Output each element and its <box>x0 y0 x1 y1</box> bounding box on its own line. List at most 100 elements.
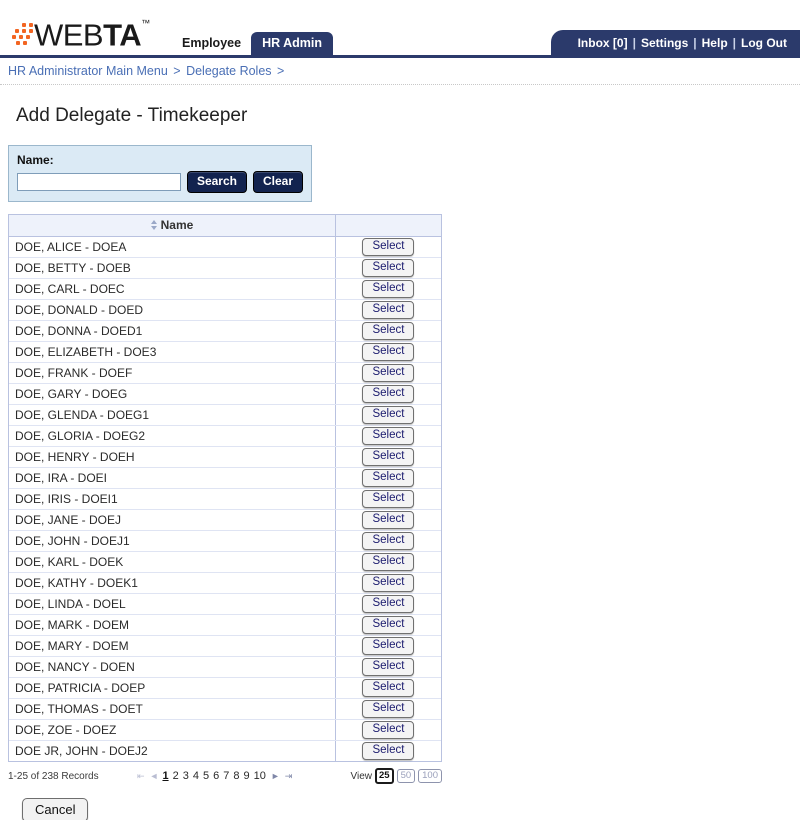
pager-first-icon: ⇤ <box>137 770 144 781</box>
cell-name: DOE, ALICE - DOEA <box>9 236 336 258</box>
clear-button[interactable]: Clear <box>252 171 303 193</box>
tab-employee[interactable]: Employee <box>172 32 251 55</box>
select-button[interactable]: Select <box>362 321 415 340</box>
column-header-name[interactable]: Name <box>9 215 336 237</box>
select-button[interactable]: Select <box>362 300 415 319</box>
table-row: DOE, MARY - DOEM Select <box>9 635 441 657</box>
breadcrumb: HR Administrator Main Menu > Delegate Ro… <box>0 58 800 85</box>
view-size-50[interactable]: 50 <box>396 769 416 783</box>
search-button[interactable]: Search <box>186 171 247 193</box>
page-links: ⇤ ◄ 1 2 3 4 5 6 7 8 9 10 ► ⇥ <box>136 770 350 782</box>
select-button[interactable]: Select <box>362 594 415 613</box>
select-button[interactable]: Select <box>362 573 415 592</box>
pager-prev-icon: ◄ <box>149 771 159 781</box>
select-button[interactable]: Select <box>362 384 415 403</box>
cell-name: DOE, DONNA - DOED1 <box>9 320 336 342</box>
view-size-25[interactable]: 25 <box>374 768 394 784</box>
breadcrumb-item-delegate-roles[interactable]: Delegate Roles <box>186 64 271 78</box>
select-button[interactable]: Select <box>362 489 415 508</box>
search-row: Search Clear <box>17 171 303 193</box>
cell-action: Select <box>334 425 441 447</box>
select-button[interactable]: Select <box>362 279 415 298</box>
select-button[interactable]: Select <box>362 237 415 256</box>
cell-name: DOE, DONALD - DOED <box>9 299 336 321</box>
cell-name: DOE, GLORIA - DOEG2 <box>9 425 336 447</box>
table-row: DOE, THOMAS - DOET Select <box>9 698 441 720</box>
cell-name: DOE, IRIS - DOEI1 <box>9 488 336 510</box>
select-button[interactable]: Select <box>362 678 415 697</box>
pager-page-5[interactable]: 5 <box>203 770 209 782</box>
table-row: DOE, DONALD - DOED Select <box>9 299 441 321</box>
cancel-button[interactable]: Cancel <box>22 798 89 820</box>
table-row: DOE, DONNA - DOED1 Select <box>9 320 441 342</box>
pager-page-3[interactable]: 3 <box>183 770 189 782</box>
cell-name: DOE, FRANK - DOEF <box>9 362 336 384</box>
main-content: Add Delegate - Timekeeper Name: Search C… <box>0 85 800 820</box>
select-button[interactable]: Select <box>362 426 415 445</box>
table-body: DOE, ALICE - DOEA Select DOE, BETTY - DOEB… <box>9 236 441 761</box>
select-button[interactable]: Select <box>362 468 415 487</box>
select-button[interactable]: Select <box>362 552 415 571</box>
nav-settings[interactable]: Settings <box>636 36 693 50</box>
pager-page-2[interactable]: 2 <box>173 770 179 782</box>
cell-action: Select <box>334 530 441 552</box>
table-row: DOE, GLORIA - DOEG2 Select <box>9 425 441 447</box>
cell-name: DOE, ELIZABETH - DOE3 <box>9 341 336 363</box>
cell-name: DOE, KATHY - DOEK1 <box>9 572 336 594</box>
cell-name: DOE, GLENDA - DOEG1 <box>9 404 336 426</box>
delegate-results-table: Name DOE, ALICE - DOEA Select DOE, BETTY -… <box>9 215 441 761</box>
nav-help[interactable]: Help <box>697 36 733 50</box>
table-row: DOE, ELIZABETH - DOE3 Select <box>9 341 441 363</box>
cell-name: DOE, JANE - DOEJ <box>9 509 336 531</box>
results-table-container: Name DOE, ALICE - DOEA Select DOE, BETTY -… <box>8 214 442 762</box>
select-button[interactable]: Select <box>362 342 415 361</box>
table-row: DOE, IRA - DOEI Select <box>9 467 441 489</box>
select-button[interactable]: Select <box>362 510 415 529</box>
select-button[interactable]: Select <box>362 363 415 382</box>
select-button[interactable]: Select <box>362 741 415 760</box>
pager-page-9[interactable]: 9 <box>243 770 249 782</box>
logo-ta-text: TA <box>103 17 142 53</box>
view-size-100[interactable]: 100 <box>418 769 442 783</box>
cell-action: Select <box>334 341 441 363</box>
cell-action: Select <box>334 446 441 468</box>
record-count-label: 1-25 of 238 Records <box>8 770 99 782</box>
select-button[interactable]: Select <box>362 636 415 655</box>
column-header-action <box>334 215 441 237</box>
cell-action: Select <box>334 320 441 342</box>
select-button[interactable]: Select <box>362 699 415 718</box>
select-button[interactable]: Select <box>362 657 415 676</box>
table-row: DOE, JANE - DOEJ Select <box>9 509 441 531</box>
select-button[interactable]: Select <box>362 720 415 739</box>
cell-action: Select <box>334 614 441 636</box>
pager-page-10[interactable]: 10 <box>254 770 266 782</box>
cell-action: Select <box>334 278 441 300</box>
breadcrumb-item-hr-administrator-main-menu[interactable]: HR Administrator Main Menu <box>8 64 168 78</box>
table-row: DOE, JOHN - DOEJ1 Select <box>9 530 441 552</box>
table-row: DOE, GARY - DOEG Select <box>9 383 441 405</box>
nav-log-out[interactable]: Log Out <box>736 36 792 50</box>
pager-next-icon[interactable]: ► <box>270 771 280 781</box>
pager-page-6[interactable]: 6 <box>213 770 219 782</box>
tab-hr-admin[interactable]: HR Admin <box>251 32 334 55</box>
table-row: DOE, KARL - DOEK Select <box>9 551 441 573</box>
cell-name: DOE, NANCY - DOEN <box>9 656 336 678</box>
select-button[interactable]: Select <box>362 615 415 634</box>
pager-page-7[interactable]: 7 <box>223 770 229 782</box>
pager-page-4[interactable]: 4 <box>193 770 199 782</box>
table-row: DOE, BETTY - DOEB Select <box>9 257 441 279</box>
select-button[interactable]: Select <box>362 531 415 550</box>
select-button[interactable]: Select <box>362 258 415 277</box>
pager-last-icon[interactable]: ⇥ <box>284 771 293 782</box>
pager-page-1[interactable]: 1 <box>162 770 168 782</box>
nav-inbox[interactable]: Inbox [0] <box>573 36 633 50</box>
table-row: DOE, GLENDA - DOEG1 Select <box>9 404 441 426</box>
table-row: DOE, LINDA - DOEL Select <box>9 593 441 615</box>
pager-page-8[interactable]: 8 <box>233 770 239 782</box>
select-button[interactable]: Select <box>362 447 415 466</box>
table-row: DOE, IRIS - DOEI1 Select <box>9 488 441 510</box>
name-search-input[interactable] <box>17 173 181 191</box>
cell-name: DOE, IRA - DOEI <box>9 467 336 489</box>
select-button[interactable]: Select <box>362 405 415 424</box>
sort-arrows-icon[interactable] <box>150 220 158 231</box>
